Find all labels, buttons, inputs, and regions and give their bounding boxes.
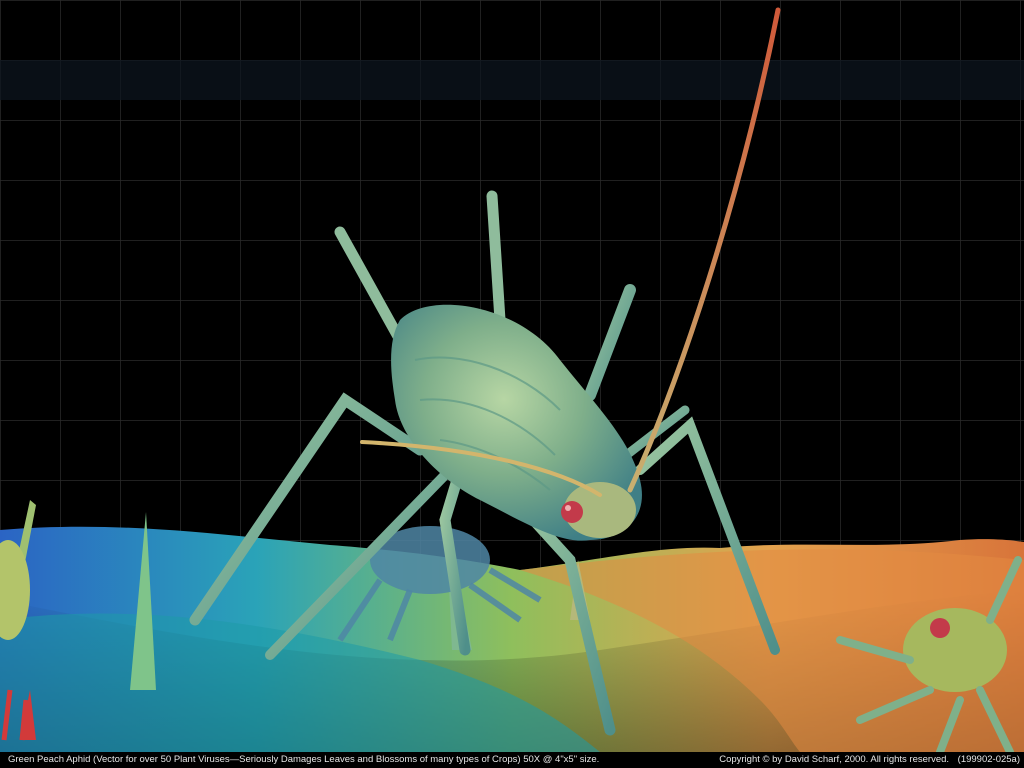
aphid-eye: [561, 501, 583, 523]
photo-frame: Green Peach Aphid (Vector for over 50 Pl…: [0, 0, 1024, 768]
caption-copyright: Copyright © by David Scharf, 2000. All r…: [719, 754, 950, 765]
caption-title: Green Peach Aphid (Vector for over 50 Pl…: [8, 754, 521, 765]
caption-left: Green Peach Aphid (Vector for over 50 Pl…: [8, 752, 599, 768]
caption-right: Copyright © by David Scharf, 2000. All r…: [713, 752, 1020, 768]
caption-bar: Green Peach Aphid (Vector for over 50 Pl…: [0, 752, 1024, 768]
sem-micrograph: [0, 0, 1024, 752]
caption-magnification: 50X @ 4"x5" size.: [523, 754, 600, 765]
caption-catalog-id: (199902-025a): [957, 754, 1020, 765]
